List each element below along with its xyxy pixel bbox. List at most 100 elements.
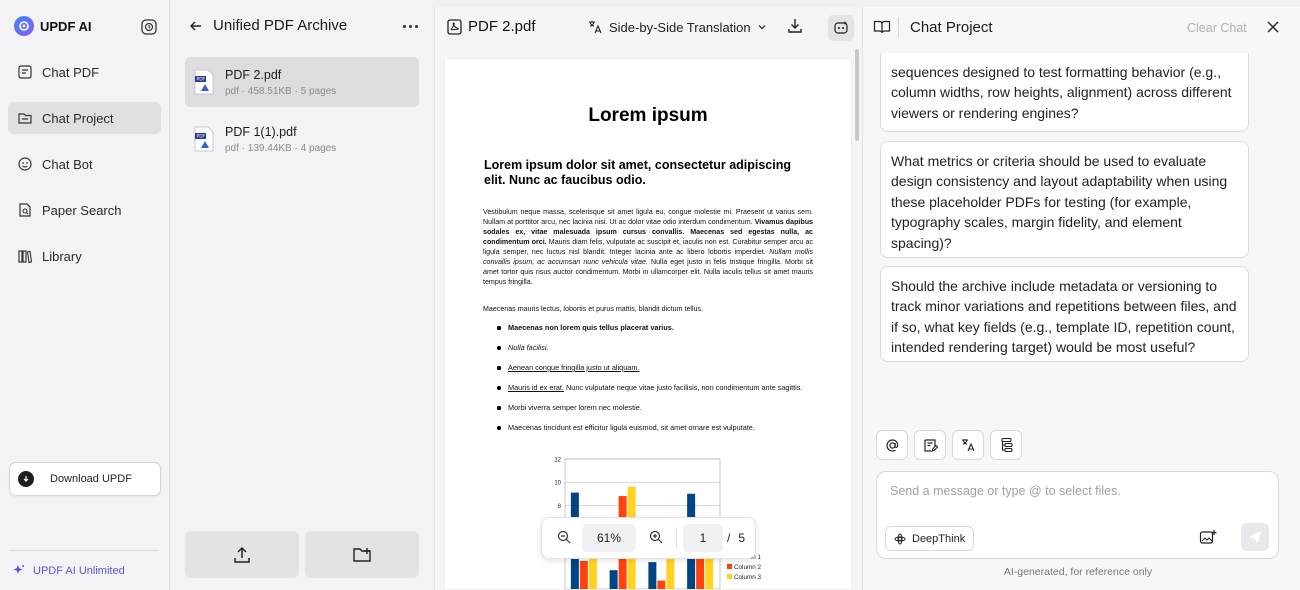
bar <box>579 560 588 589</box>
left-sidebar: UPDF AI Chat PDF Chat Project Chat Bot P… <box>0 0 170 590</box>
file-item[interactable]: PDF PDF 2.pdf pdf · 458.51KB · 5 pages <box>185 57 419 107</box>
page-number-input[interactable]: 1 <box>683 524 723 552</box>
clear-chat-button[interactable]: Clear Chat <box>1187 21 1247 35</box>
legend-label: Column 3 <box>734 574 761 581</box>
list-item: Maecenas tincidunt est efficitur ligula … <box>497 423 815 433</box>
close-icon[interactable] <box>1266 20 1280 34</box>
new-folder-button[interactable] <box>305 531 419 578</box>
ai-disclaimer: AI-generated, for reference only <box>1003 566 1153 578</box>
list-item: Mauris id ex erat. Nunc vulputate neque … <box>497 383 815 393</box>
chat-pdf-icon <box>17 64 33 80</box>
file-item[interactable]: PDF PDF 1(1).pdf pdf · 139.44KB · 4 page… <box>185 114 419 164</box>
pdf-viewer: PDF 2.pdf Side-by-Side Translation Lorem… <box>434 7 862 590</box>
file-info: PDF 2.pdf pdf · 458.51KB · 5 pages <box>225 68 336 97</box>
viewer-file-name: PDF 2.pdf <box>468 18 536 35</box>
scrollbar[interactable] <box>855 49 859 141</box>
file-meta: pdf · 458.51KB · 5 pages <box>225 85 337 97</box>
mind-map-icon <box>998 437 1014 453</box>
bar <box>657 580 666 589</box>
bar <box>648 562 657 589</box>
add-folder-icon <box>352 546 372 564</box>
pdf-doc-icon <box>447 18 462 35</box>
updf-ai-unlimited-link[interactable]: UPDF AI Unlimited <box>12 564 125 577</box>
chat-project-icon <box>17 110 33 126</box>
pdf-file-icon: PDF <box>193 69 215 95</box>
download-updf-button[interactable]: Download UPDF <box>9 462 161 496</box>
divider <box>898 17 899 37</box>
message-composer: DeepThink <box>876 471 1279 559</box>
translation-mode-label: Side-by-Side Translation <box>609 19 751 35</box>
svg-text:PDF: PDF <box>197 134 206 140</box>
chat-panel: Chat Project Clear Chat sequences design… <box>862 7 1300 590</box>
translation-mode-dropdown[interactable]: Side-by-Side Translation <box>587 19 767 35</box>
deepthink-label: DeepThink <box>912 532 966 545</box>
nav-label: Chat PDF <box>42 64 100 80</box>
nav-item-library[interactable]: Library <box>8 240 161 272</box>
back-arrow-icon[interactable] <box>189 19 203 33</box>
list-item: Morbi viverra semper lorem nec molestie. <box>497 403 815 413</box>
bar <box>609 570 618 589</box>
viewer-file-title: PDF 2.pdf <box>447 18 536 35</box>
chat-message: Should the archive include metadata or v… <box>880 266 1249 362</box>
doc-heading: Lorem ipsum <box>588 105 708 126</box>
upload-file-button[interactable] <box>185 531 299 578</box>
paper-search-icon <box>17 202 33 218</box>
divider <box>676 528 677 548</box>
doc-text-underline: Mauris id ex erat. <box>508 383 564 392</box>
deepthink-icon <box>894 533 906 545</box>
message-input[interactable] <box>890 484 1260 498</box>
pdf-page[interactable]: Lorem ipsum Lorem ipsum dolor sit amet, … <box>445 59 851 589</box>
add-image-icon[interactable] <box>1199 529 1217 545</box>
y-tick-label: 8 <box>558 504 562 510</box>
upload-icon <box>233 546 251 564</box>
chevron-down-icon <box>757 22 767 32</box>
updf-logo-icon <box>14 16 34 36</box>
pdf-file-icon: PDF <box>193 126 215 152</box>
list-item: Maecenas non lorem quis tellus placerat … <box>497 323 815 333</box>
prompt-button[interactable] <box>914 430 946 460</box>
chat-title: Chat Project <box>910 19 993 36</box>
nav-item-paper-search[interactable]: Paper Search <box>8 194 161 226</box>
list-item: Aenean congue fringilla justo ut aliquam… <box>497 363 815 373</box>
mindmap-button[interactable] <box>990 430 1022 460</box>
download-pdf-icon[interactable] <box>787 18 803 34</box>
doc-text: Nunc vulputate neque vitae justo facilis… <box>563 383 803 392</box>
nav-item-chat-pdf[interactable]: Chat PDF <box>8 56 161 88</box>
doc-paragraph: Vestibulum neque massa, scelerisque sit … <box>483 207 813 287</box>
list-item: Nulla facilisi. <box>497 343 815 353</box>
book-icon[interactable] <box>873 18 891 36</box>
y-tick-label: 12 <box>554 458 561 464</box>
chat-bot-icon <box>17 156 33 172</box>
legend-swatch <box>727 564 732 569</box>
zoom-in-icon[interactable] <box>648 529 666 547</box>
history-icon[interactable] <box>140 18 158 36</box>
translate-button[interactable] <box>952 430 984 460</box>
translate-icon <box>587 19 603 35</box>
file-info: PDF 1(1).pdf pdf · 139.44KB · 4 pages <box>225 125 336 154</box>
ai-assistant-toggle[interactable] <box>828 15 854 41</box>
bar <box>696 555 705 589</box>
deepthink-toggle[interactable]: DeepThink <box>885 526 975 551</box>
viewer-toolbar: PDF 2.pdf Side-by-Side Translation <box>435 7 862 49</box>
download-icon <box>18 471 34 487</box>
legend-label: Column 2 <box>734 564 761 571</box>
nav-label: Paper Search <box>42 202 122 218</box>
more-options-icon[interactable] <box>403 25 418 28</box>
nav-item-chat-project[interactable]: Chat Project <box>8 102 161 134</box>
file-name: PDF 1(1).pdf <box>225 124 297 139</box>
sparkle-icon <box>12 564 25 577</box>
mention-button[interactable] <box>876 430 908 460</box>
at-sign-icon <box>885 438 900 453</box>
zoom-level[interactable]: 61% <box>582 524 636 552</box>
file-meta: pdf · 139.44KB · 4 pages <box>225 142 337 154</box>
zoom-out-icon[interactable] <box>556 529 574 547</box>
brand[interactable]: UPDF AI <box>14 16 92 36</box>
send-button[interactable] <box>1241 523 1269 551</box>
nav-item-chat-bot[interactable]: Chat Bot <box>8 148 161 180</box>
nav-label: Chat Project <box>42 110 114 126</box>
doc-paragraph: Maecenas mauris lectus, lobortis et puru… <box>483 305 703 313</box>
bar <box>666 555 675 589</box>
send-icon <box>1248 530 1262 544</box>
divider <box>10 550 158 551</box>
download-label: Download UPDF <box>50 473 132 485</box>
